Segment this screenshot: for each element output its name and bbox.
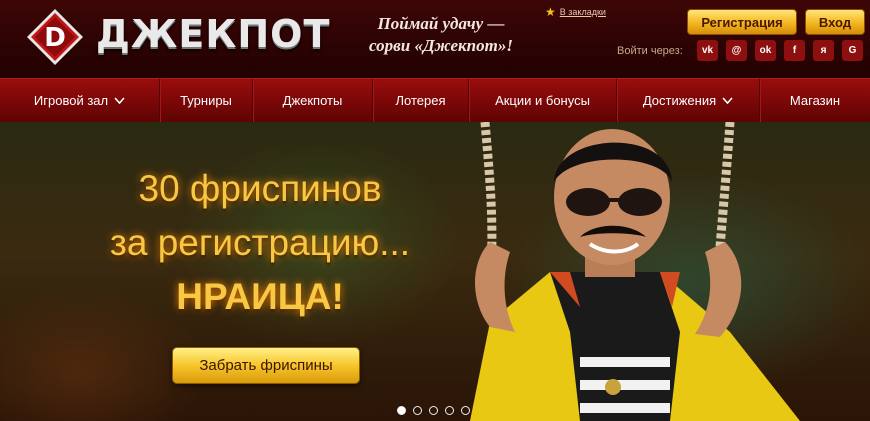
- slogan: Поймай удачу — сорви «Джекпот»!: [346, 13, 536, 57]
- slider-dot[interactable]: [445, 406, 454, 415]
- nav-item-label: Акции и бонусы: [495, 93, 590, 108]
- odnoklassniki-icon[interactable]: ok: [755, 40, 776, 61]
- bookmark-link[interactable]: ★ В закладки: [545, 5, 606, 19]
- nav-item-tournaments[interactable]: Турниры: [160, 79, 253, 122]
- nav-item-promotions[interactable]: Акции и бонусы: [469, 79, 617, 122]
- main-nav: Игровой зал Турниры Джекпоты Лотерея Акц…: [0, 78, 870, 122]
- nav-item-lottery[interactable]: Лотерея: [373, 79, 469, 122]
- google-icon[interactable]: G: [842, 40, 863, 61]
- nav-item-achievements[interactable]: Достижения: [617, 79, 760, 122]
- hero-banner: 30 фриспинов за регистрацию... НРАИЦА! З…: [0, 122, 870, 421]
- hero-headline: 30 фриспинов за регистрацию... НРАИЦА!: [60, 162, 460, 324]
- nav-item-label: Лотерея: [395, 93, 446, 108]
- claim-freespins-button[interactable]: Забрать фриспины: [172, 347, 360, 384]
- slogan-line-2: сорви «Джекпот»!: [369, 36, 513, 55]
- nav-item-label: Достижения: [642, 93, 717, 108]
- login-button[interactable]: Вход: [805, 9, 865, 35]
- hero-title-line-2: за регистрацию...: [109, 222, 411, 263]
- mail-ru-icon[interactable]: @: [726, 40, 747, 61]
- slider-dot[interactable]: [461, 406, 470, 415]
- facebook-icon[interactable]: f: [784, 40, 805, 61]
- slogan-line-1: Поймай удачу —: [377, 14, 505, 33]
- slider-dot[interactable]: [413, 406, 422, 415]
- hero-character-image: [470, 122, 800, 421]
- nav-item-shop[interactable]: Магазин: [760, 79, 870, 122]
- star-icon: ★: [545, 5, 556, 19]
- register-button[interactable]: Регистрация: [687, 9, 797, 35]
- login-via-label: Войти через:: [617, 45, 683, 57]
- nav-item-label: Игровой зал: [33, 93, 109, 108]
- nav-item-label: Турниры: [180, 93, 232, 108]
- nav-item-label: Магазин: [789, 93, 841, 108]
- logo-text[interactable]: ДЖЕКПОТ: [96, 12, 330, 56]
- hero-title-line-3: НРАИЦА!: [176, 276, 344, 317]
- svg-text:D: D: [44, 23, 66, 53]
- bookmark-label: В закладки: [559, 7, 606, 17]
- page: D ДЖЕКПОТ Поймай удачу — сорви «Джекпот»…: [0, 0, 870, 421]
- nav-item-jackpots[interactable]: Джекпоты: [253, 79, 373, 122]
- slider-dot[interactable]: [429, 406, 438, 415]
- yandex-icon[interactable]: я: [813, 40, 834, 61]
- slider-dot[interactable]: [397, 406, 406, 415]
- vk-icon[interactable]: vk: [697, 40, 718, 61]
- chevron-down-icon: [722, 96, 733, 104]
- chevron-down-icon: [114, 96, 125, 104]
- site-header: D ДЖЕКПОТ Поймай удачу — сорви «Джекпот»…: [0, 0, 870, 78]
- nav-item-game-hall[interactable]: Игровой зал: [0, 79, 160, 122]
- hero-title-line-1: 30 фриспинов: [138, 168, 382, 209]
- nav-item-label: Джекпоты: [282, 93, 343, 108]
- slider-pagination: [397, 406, 470, 415]
- logo-diamond-icon[interactable]: D: [26, 8, 84, 66]
